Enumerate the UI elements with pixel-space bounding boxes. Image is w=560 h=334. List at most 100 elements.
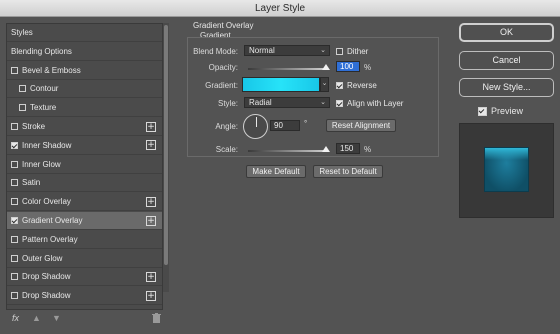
style-checkbox[interactable] — [11, 160, 18, 168]
add-effect-plus-icon[interactable]: + — [146, 140, 156, 151]
scale-input[interactable]: 150 — [336, 143, 360, 154]
style-item-label: Drop Shadow — [22, 291, 71, 301]
new-style-button[interactable]: New Style... — [459, 78, 554, 97]
gradient-swatch[interactable] — [242, 77, 320, 92]
align-checkbox-box[interactable] — [336, 100, 343, 107]
style-item-styles[interactable]: Styles — [7, 24, 162, 42]
opacity-slider[interactable] — [248, 64, 330, 70]
style-item-label: Blending Options — [11, 46, 72, 56]
styles-scrollbar[interactable] — [163, 23, 169, 292]
style-item-label: Texture — [30, 103, 57, 113]
trash-icon[interactable] — [152, 313, 161, 325]
angle-label: Angle: — [215, 122, 238, 131]
title-bar: Layer Style — [0, 0, 560, 17]
style-checkbox[interactable] — [11, 217, 18, 224]
angle-dial[interactable] — [243, 114, 268, 139]
style-checkbox[interactable] — [11, 235, 18, 243]
opacity-unit: % — [364, 63, 372, 72]
style-item-color-overlay[interactable]: Color Overlay + — [7, 193, 162, 212]
chevron-down-icon: ⌄ — [320, 99, 326, 106]
blend-mode-select[interactable]: Normal ⌄ — [244, 45, 330, 56]
angle-dial-hand — [256, 117, 257, 127]
cancel-button[interactable]: Cancel — [459, 51, 554, 70]
styles-bottom-bar: fx ▲ ▼ — [6, 310, 163, 328]
arrow-down-icon[interactable]: ▼ — [52, 313, 61, 323]
style-item-contour[interactable]: Contour — [7, 80, 162, 99]
fx-button[interactable]: fx — [12, 313, 19, 323]
opacity-input[interactable]: 100 — [336, 61, 360, 72]
style-item-pattern-overlay[interactable]: Pattern Overlay — [7, 231, 162, 249]
preview-checkbox[interactable]: Preview — [478, 106, 523, 116]
chevron-down-icon: ⌄ — [321, 80, 328, 87]
add-effect-plus-icon[interactable]: + — [146, 290, 156, 301]
dither-checkbox[interactable]: Dither — [336, 47, 368, 56]
reverse-checkbox[interactable]: Reverse — [336, 81, 377, 90]
style-select[interactable]: Radial ⌄ — [244, 97, 330, 108]
scale-slider[interactable] — [248, 146, 330, 152]
style-item-label: Contour — [30, 84, 59, 94]
style-item-label: Outer Glow — [22, 253, 63, 263]
style-checkbox[interactable] — [11, 292, 18, 300]
scrollbar-thumb[interactable] — [164, 25, 168, 265]
dither-label: Dither — [347, 47, 369, 56]
add-effect-plus-icon[interactable]: + — [146, 271, 156, 282]
opacity-label: Opacity: — [208, 63, 238, 72]
arrow-up-icon[interactable]: ▲ — [32, 313, 41, 323]
style-item-drop-shadow[interactable]: Drop Shadow + — [7, 268, 162, 287]
style-item-label: Satin — [22, 178, 41, 188]
make-default-button[interactable]: Make Default — [246, 165, 306, 178]
add-effect-plus-icon[interactable]: + — [146, 196, 156, 207]
style-checkbox[interactable] — [11, 141, 18, 149]
style-value: Radial — [249, 98, 272, 107]
window-title: Layer Style — [254, 3, 306, 14]
style-item-label: Gradient Overlay — [22, 216, 83, 225]
style-item-label: Inner Shadow — [22, 140, 72, 150]
style-checkbox[interactable] — [11, 179, 18, 187]
dither-checkbox-box[interactable] — [336, 48, 343, 55]
styles-list-panel: Styles Blending Options Bevel & Emboss Cont… — [6, 23, 163, 310]
style-item-stroke[interactable]: Stroke + — [7, 118, 162, 136]
style-preview — [459, 123, 554, 218]
style-checkbox[interactable] — [11, 254, 18, 262]
style-checkbox[interactable] — [11, 273, 18, 281]
style-item-label: Inner Glow — [22, 159, 61, 169]
style-label: Style: — [217, 99, 238, 108]
style-item-bevel-emboss[interactable]: Bevel & Emboss — [7, 62, 162, 80]
scale-unit: % — [364, 145, 372, 154]
style-item-label: Styles — [11, 28, 33, 37]
style-item-label: Color Overlay — [22, 197, 71, 207]
style-item-label: Pattern Overlay — [22, 234, 78, 244]
chevron-down-icon: ⌄ — [320, 47, 326, 54]
preview-checkbox-box[interactable] — [478, 106, 487, 116]
style-checkbox[interactable] — [11, 198, 18, 206]
opacity-slider-knob[interactable] — [322, 64, 330, 70]
ok-button[interactable]: OK — [459, 23, 554, 42]
style-item-label: Bevel & Emboss — [22, 65, 81, 75]
gradient-picker-dropdown[interactable]: ⌄ — [320, 77, 329, 92]
style-item-satin[interactable]: Satin — [7, 174, 162, 193]
style-item-label: Stroke — [22, 122, 46, 131]
style-checkbox[interactable] — [11, 66, 18, 74]
style-checkbox[interactable] — [19, 104, 26, 112]
add-effect-plus-icon[interactable]: + — [146, 215, 156, 226]
style-item-drop-shadow[interactable]: Drop Shadow + — [7, 287, 162, 306]
style-item-texture[interactable]: Texture — [7, 99, 162, 118]
reset-alignment-button[interactable]: Reset Alignment — [326, 119, 396, 132]
style-item-inner-glow[interactable]: Inner Glow — [7, 156, 162, 174]
style-item-outer-glow[interactable]: Outer Glow — [7, 250, 162, 268]
style-item-gradient-overlay[interactable]: Gradient Overlay + — [7, 212, 162, 230]
reset-to-default-button[interactable]: Reset to Default — [313, 165, 383, 178]
blend-mode-value: Normal — [249, 46, 275, 55]
style-checkbox[interactable] — [11, 123, 18, 130]
reverse-checkbox-box[interactable] — [336, 82, 343, 89]
style-item-blending-options[interactable]: Blending Options — [7, 43, 162, 61]
preview-label: Preview — [491, 106, 524, 116]
align-with-layer-checkbox[interactable]: Align with Layer — [336, 99, 403, 108]
add-effect-plus-icon[interactable]: + — [146, 121, 156, 132]
style-item-inner-shadow[interactable]: Inner Shadow + — [7, 137, 162, 155]
angle-input[interactable]: 90 — [270, 120, 300, 131]
style-checkbox[interactable] — [19, 85, 26, 93]
scale-slider-knob[interactable] — [322, 146, 330, 152]
reverse-label: Reverse — [347, 81, 377, 90]
angle-unit: ° — [304, 119, 308, 128]
